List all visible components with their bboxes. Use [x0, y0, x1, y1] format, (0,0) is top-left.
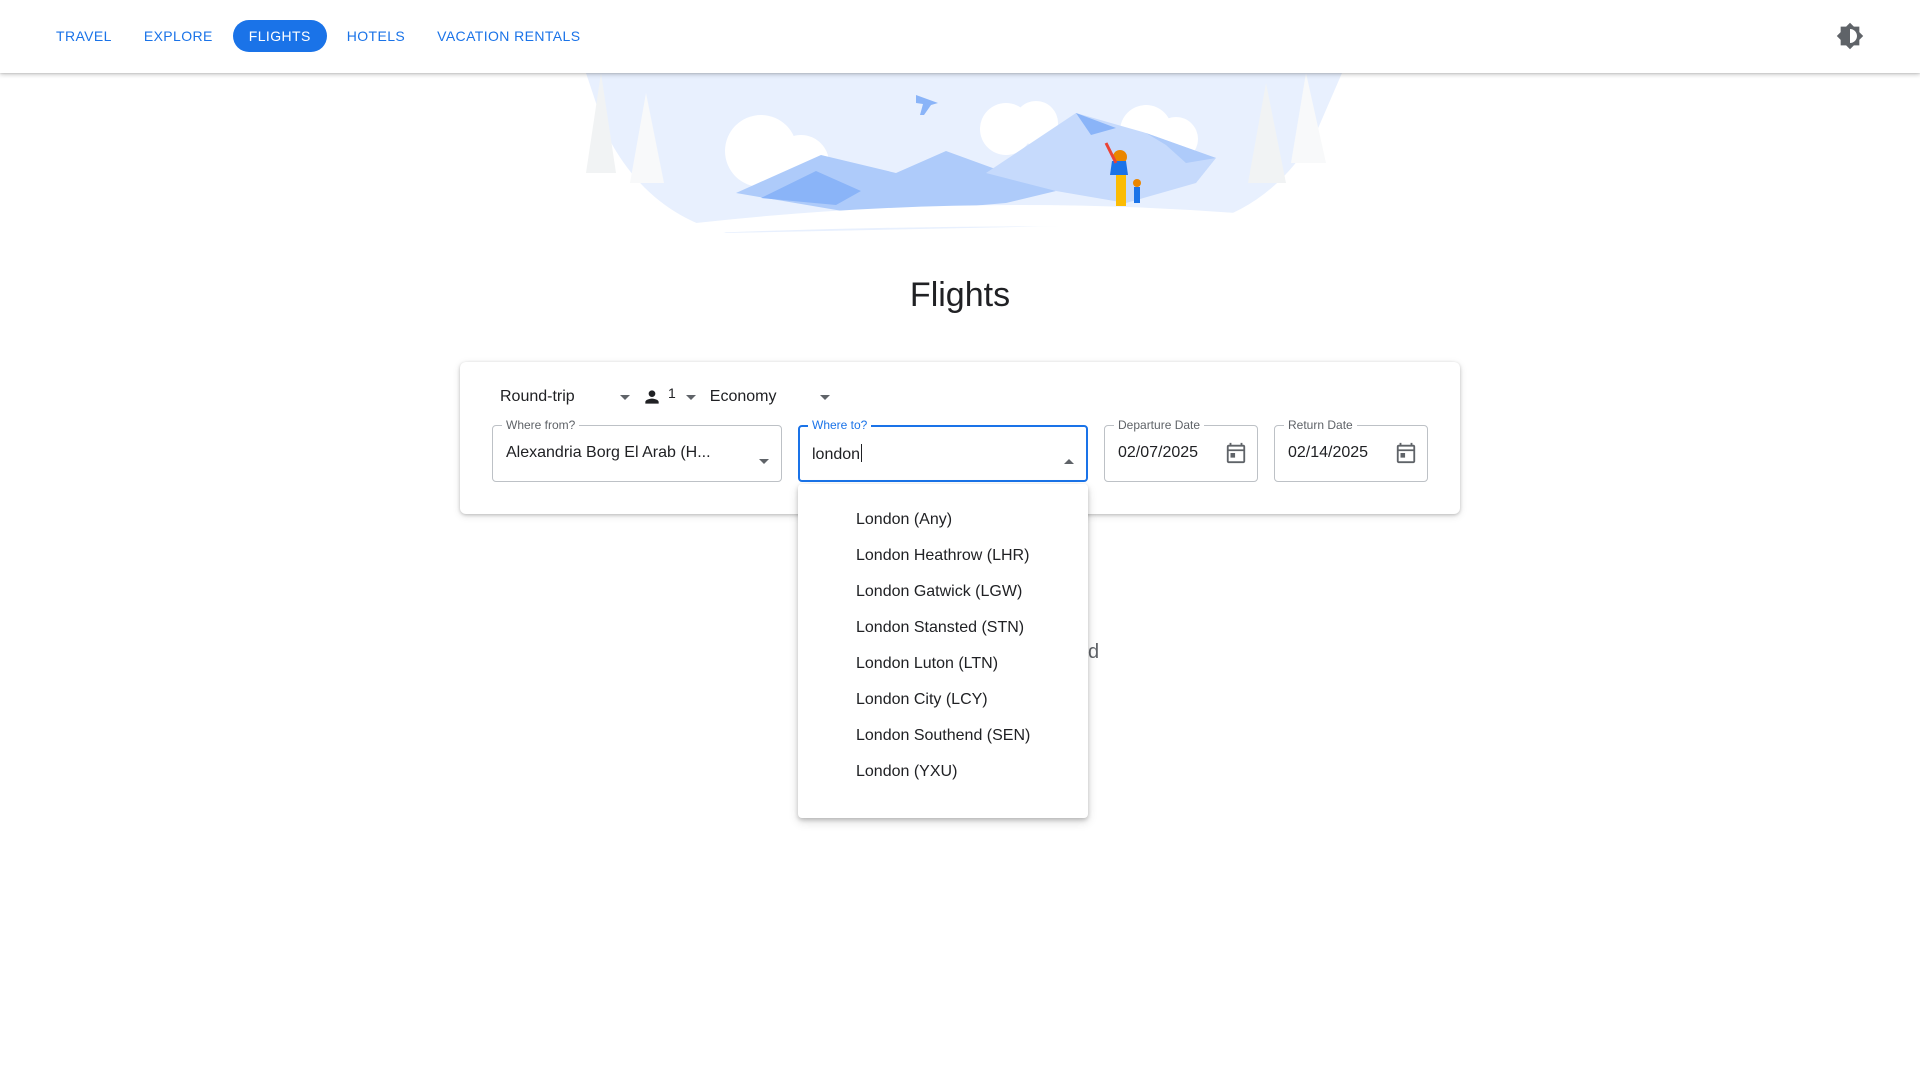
top-navigation-bar: TRAVEL EXPLORE FLIGHTS HOTELS VACATION R…	[0, 0, 1920, 73]
departure-date-field[interactable]: Departure Date 02/07/2025	[1104, 418, 1258, 482]
brightness-icon	[1836, 22, 1864, 50]
person-icon	[645, 390, 659, 404]
return-date-value: 02/14/2025	[1288, 444, 1369, 461]
chevron-down-icon	[759, 459, 769, 464]
tab-explore[interactable]: EXPLORE	[132, 20, 225, 52]
destination-suggestions-list: London (Any) London Heathrow (LHR) Londo…	[798, 484, 1088, 818]
departure-calendar-button[interactable]	[1225, 442, 1247, 469]
destination-input-wrap: london	[812, 444, 863, 464]
trip-type-select[interactable]: Round-trip	[500, 388, 630, 406]
suggestion-item[interactable]: London (Any)	[798, 502, 1088, 538]
return-date-label: Return Date	[1284, 418, 1357, 432]
chevron-down-icon	[685, 394, 696, 400]
chevron-down-icon	[620, 394, 630, 400]
suggestion-item[interactable]: London City (LCY)	[798, 682, 1088, 718]
destination-input[interactable]: london	[812, 446, 860, 463]
chevron-up-icon	[1064, 459, 1074, 464]
trip-type-value: Round-trip	[500, 388, 575, 405]
tab-vacation-rentals[interactable]: VACATION RENTALS	[425, 20, 592, 52]
suggestion-item[interactable]: London Luton (LTN)	[798, 646, 1088, 682]
cabin-class-select[interactable]: Economy	[710, 388, 830, 406]
destination-field[interactable]: Where to? london	[798, 418, 1088, 482]
suggestion-item[interactable]: London (YXU)	[798, 754, 1088, 790]
page-title: Flights	[909, 276, 1011, 314]
departure-date-value: 02/07/2025	[1118, 444, 1199, 461]
suggestion-item[interactable]: London Stansted (STN)	[798, 610, 1088, 646]
passengers-select[interactable]: 1	[642, 385, 696, 407]
cabin-class-value: Economy	[709, 388, 777, 405]
origin-label: Where from?	[502, 418, 580, 432]
text-cursor	[861, 444, 863, 462]
tab-flights[interactable]: FLIGHTS	[232, 20, 327, 52]
destination-label: Where to?	[808, 418, 872, 432]
theme-toggle-button[interactable]	[1836, 22, 1864, 50]
calendar-icon	[1396, 442, 1416, 464]
origin-dropdown-toggle[interactable]	[759, 451, 769, 469]
suggestion-item[interactable]: London Gatwick (LGW)	[798, 574, 1088, 610]
destination-dropdown-toggle[interactable]	[1064, 451, 1074, 469]
chevron-down-icon	[819, 394, 830, 400]
hero-illustration	[586, 73, 1342, 233]
origin-field[interactable]: Where from? Alexandria Borg El Arab (H..…	[492, 418, 782, 482]
departure-date-label: Departure Date	[1114, 418, 1205, 432]
tab-hotels[interactable]: HOTELS	[335, 20, 417, 52]
main-nav: TRAVEL EXPLORE FLIGHTS HOTELS VACATION R…	[44, 20, 600, 52]
suggestion-item[interactable]: London Heathrow (LHR)	[798, 538, 1088, 574]
trip-options-row: Round-trip 1 Economy	[500, 380, 830, 414]
return-calendar-button[interactable]	[1395, 442, 1417, 469]
calendar-icon	[1226, 442, 1246, 464]
origin-value: Alexandria Borg El Arab (H...	[506, 444, 711, 461]
background-text-fragment: d	[1088, 641, 1100, 663]
return-date-field[interactable]: Return Date 02/14/2025	[1274, 418, 1428, 482]
passenger-count: 1	[668, 385, 676, 401]
tab-travel[interactable]: TRAVEL	[44, 20, 124, 52]
suggestion-item[interactable]: London Southend (SEN)	[798, 718, 1088, 754]
